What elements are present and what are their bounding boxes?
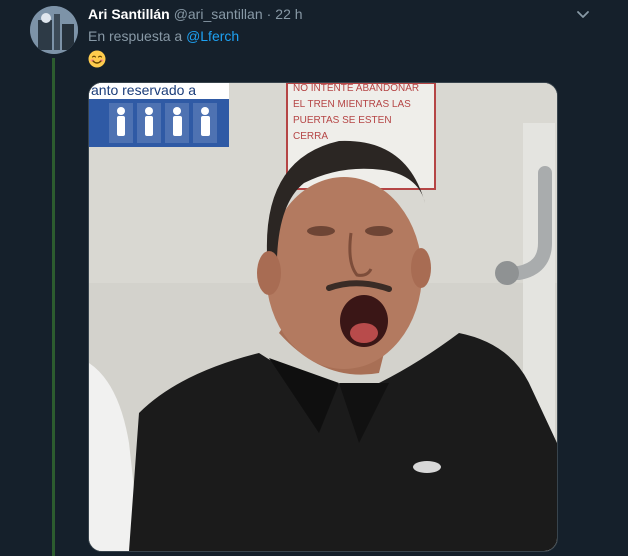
smiling-face-icon [88, 50, 106, 68]
separator-dot: · [266, 6, 272, 22]
chevron-down-icon[interactable] [576, 8, 590, 22]
sign-right-line-1: NO INTENTE ABANDONAR [293, 83, 419, 94]
sign-right-line-4: CERRA [293, 131, 328, 142]
avatar[interactable] [30, 6, 78, 54]
sign-right-line-2: EL TREN MIENTRAS LAS [293, 99, 411, 110]
author-handle[interactable]: @ari_santillan [174, 6, 263, 22]
reply-prefix: En respuesta a [88, 28, 183, 44]
priority-seat-sign: anto reservado a [89, 83, 229, 147]
sign-right-line-3: PUERTAS SE ESTEN [293, 115, 392, 126]
tweet-header: Ari Santillán @ari_santillan · 22 h [88, 4, 588, 24]
thread-connector-line [52, 58, 55, 556]
reply-context: En respuesta a @Lferch [88, 28, 239, 44]
avatar-image [30, 6, 78, 54]
tweet-timestamp[interactable]: 22 h [275, 6, 302, 22]
reply-mention-link[interactable]: @Lferch [186, 28, 239, 44]
sign-left-text: anto reservado a [91, 83, 196, 98]
tweet-media-image[interactable]: anto reservado a NO INTENTE ABANDONAR EL… [88, 82, 558, 552]
author-name[interactable]: Ari Santillán [88, 6, 170, 22]
